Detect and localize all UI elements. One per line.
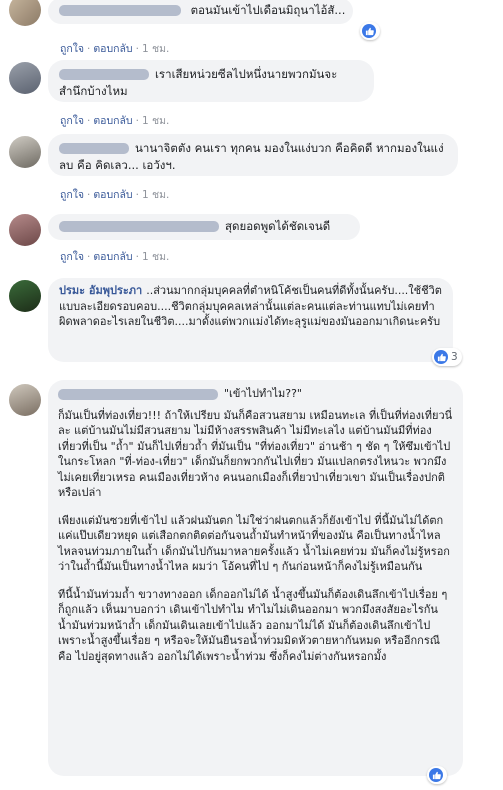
comment-time[interactable]: 1 ชม. [142,43,169,55]
reply-button[interactable]: ตอบกลับ [93,251,132,263]
avatar[interactable] [9,0,41,26]
like-reaction-icon [434,350,448,364]
reply-button[interactable]: ตอบกลับ [93,43,132,55]
quote-line: "เข้าไปทำไม??" [58,386,453,402]
comment-actions: ถูกใจ · ตอบกลับ · 1 ชม. [60,43,170,55]
like-reaction-icon [429,768,443,782]
reaction-summary[interactable] [427,766,447,784]
commenter-name[interactable]: ปรมะ อัมพุประภา [59,284,142,297]
comment-text: สุดยอดพูดได้ชัดเจนดี [225,219,331,233]
comment-time[interactable]: 1 ชม. [142,189,169,201]
comment-paragraph: เพียงแต่มันซวยที่เข้าไป แล้วฝนมันตก ไม่ใ… [58,513,450,574]
redacted-name[interactable] [59,221,219,232]
redacted-name[interactable] [59,5,181,16]
comment-actions: ถูกใจ · ตอบกลับ · 1 ชม. [60,115,170,127]
comment-paragraph: ก็มันเป็นที่ท่องเที่ยว!!! ถ้าให้เปรียบ ม… [58,408,453,500]
like-button[interactable]: ถูกใจ [60,43,84,55]
reaction-summary[interactable]: 3 [432,348,462,366]
comment-bubble: ปรมะ อัมพุประภา ..ส่วนมากกลุ่มบุคคลที่ตำห… [48,278,453,362]
comment-paragraph: ทีนี้น้ำมันท่วมถ้ำ ขวางทางออก เด็กออกไม่… [58,587,448,663]
avatar[interactable] [9,280,41,312]
comment-text: ตอนมันเข้าไปเดือนมิถุนาไอ้สั... [190,3,346,17]
reply-button[interactable]: ตอบกลับ [93,115,132,127]
comment-bubble: ตอนมันเข้าไปเดือนมิถุนาไอ้สั... [48,0,353,24]
comment-time[interactable]: 1 ชม. [142,251,169,263]
avatar[interactable] [9,62,41,94]
avatar[interactable] [9,384,41,416]
comment-bubble: สุดยอดพูดได้ชัดเจนดี [48,214,360,240]
comment-bubble: "เข้าไปทำไม??" ก็มันเป็นที่ท่องเที่ยว!!!… [48,380,463,776]
like-button[interactable]: ถูกใจ [60,115,84,127]
redacted-name[interactable] [59,143,129,154]
like-reaction-icon [362,24,376,38]
avatar[interactable] [9,136,41,168]
comment-bubble: เราเสียหน่วยซีลไปหนึ่งนายพวกมันจะสำนึกบ้… [48,60,374,102]
like-button[interactable]: ถูกใจ [60,189,84,201]
redacted-name[interactable] [58,388,218,400]
reply-button[interactable]: ตอบกลับ [93,189,132,201]
comment-time[interactable]: 1 ชม. [142,115,169,127]
comment-bubble: นานาจิตตัง คนเรา ทุกคน มองในแง่บวก คือคิ… [48,134,458,176]
avatar[interactable] [9,214,41,246]
reaction-summary[interactable] [360,22,380,40]
comment-actions: ถูกใจ · ตอบกลับ · 1 ชม. [60,251,170,263]
redacted-name[interactable] [59,69,149,80]
comment-actions: ถูกใจ · ตอบกลับ · 1 ชม. [60,189,170,201]
like-button[interactable]: ถูกใจ [60,251,84,263]
reaction-count: 3 [451,351,458,363]
comment-quote: "เข้าไปทำไม??" [224,387,302,400]
